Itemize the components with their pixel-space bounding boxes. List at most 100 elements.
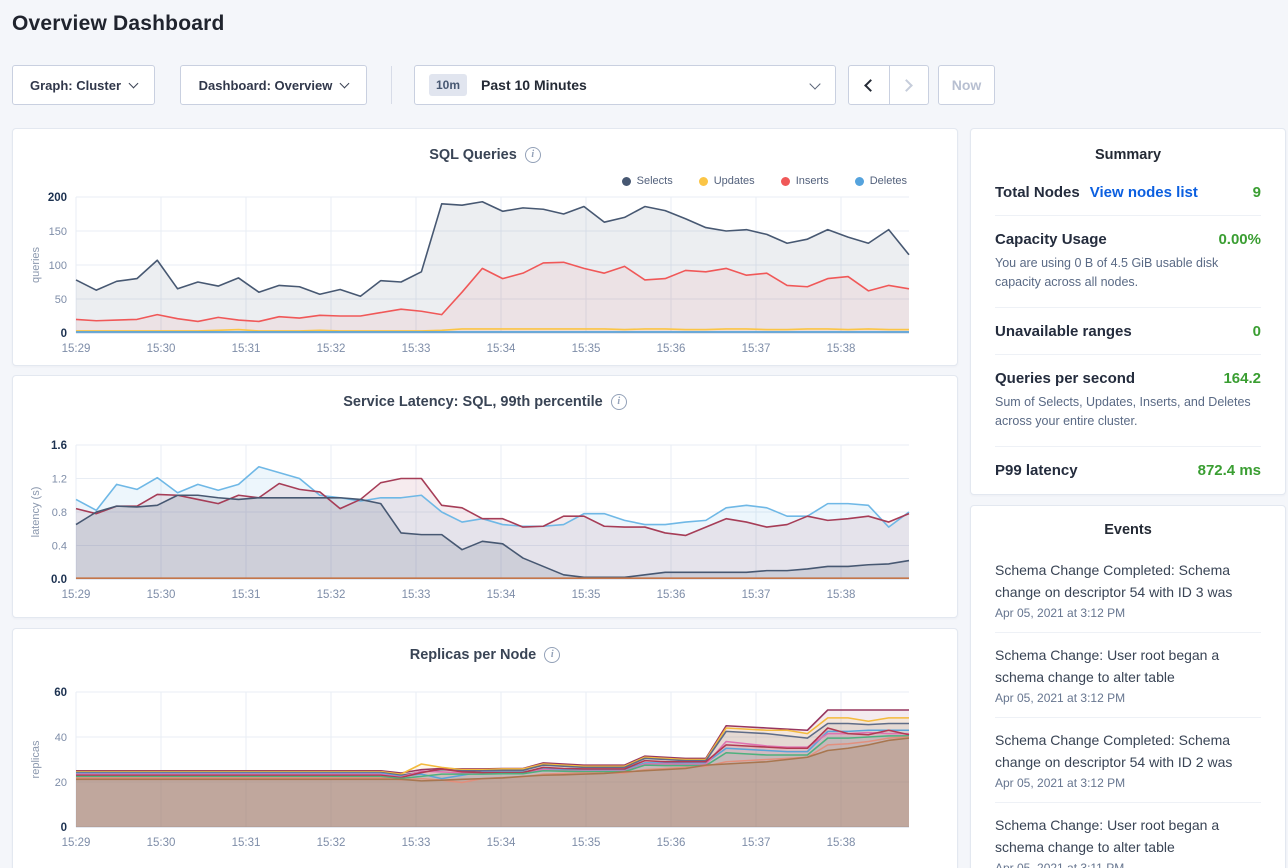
chevron-down-icon [809, 78, 820, 89]
svg-text:15:31: 15:31 [232, 343, 261, 355]
legend-item-selects[interactable]: Selects [622, 175, 673, 187]
svg-text:15:29: 15:29 [62, 343, 91, 355]
service-latency-chart[interactable]: 15:2915:3015:3115:3215:3315:3415:3515:36… [23, 436, 943, 614]
service-latency-chart-panel: Service Latency: SQL, 99th percentile i … [12, 375, 958, 618]
page-title: Overview Dashboard [12, 12, 225, 36]
svg-text:20: 20 [55, 777, 67, 789]
summary-row-label: P99 latency [995, 462, 1078, 479]
svg-text:15:37: 15:37 [742, 343, 771, 355]
svg-text:15:37: 15:37 [742, 589, 771, 601]
summary-row-value: 0.00% [1218, 231, 1261, 248]
time-range-badge: 10m [429, 74, 467, 96]
replicas-per-node-chart-panel: Replicas per Node i 15:2915:3015:3115:32… [12, 628, 958, 868]
summary-row-value: 0 [1253, 323, 1261, 340]
svg-text:15:35: 15:35 [572, 837, 601, 849]
chevron-down-icon [129, 78, 139, 88]
svg-text:15:29: 15:29 [62, 837, 91, 849]
events-panel: Events Schema Change Completed: Schema c… [970, 505, 1286, 868]
event-item: Schema Change: User root began a schema … [995, 803, 1261, 868]
dashboard-dropdown[interactable]: Dashboard: Overview [180, 65, 367, 105]
event-text[interactable]: Schema Change: User root began a schema … [995, 814, 1261, 858]
next-time-button[interactable] [889, 66, 929, 104]
svg-text:15:38: 15:38 [827, 343, 856, 355]
chevron-right-icon [900, 79, 913, 92]
svg-text:200: 200 [48, 192, 67, 204]
summary-panel: Summary Total Nodes View nodes list 9 Ca… [970, 128, 1286, 495]
chart-title: Service Latency: SQL, 99th percentile [343, 394, 603, 410]
time-range-picker[interactable]: 10m Past 10 Minutes [414, 65, 836, 105]
legend-label: Inserts [796, 175, 829, 187]
event-timestamp: Apr 05, 2021 at 3:11 PM [995, 861, 1261, 868]
legend-label: Updates [714, 175, 755, 187]
event-text[interactable]: Schema Change Completed: Schema change o… [995, 559, 1261, 603]
sql-queries-chart-panel: SQL Queries i SelectsUpdatesInsertsDelet… [12, 128, 958, 366]
svg-text:0: 0 [61, 822, 67, 834]
info-icon[interactable]: i [544, 647, 560, 663]
svg-text:queries: queries [30, 246, 42, 283]
now-button[interactable]: Now [938, 65, 995, 105]
svg-text:15:32: 15:32 [317, 343, 346, 355]
legend-item-inserts[interactable]: Inserts [781, 175, 829, 187]
svg-text:15:37: 15:37 [742, 837, 771, 849]
sql-queries-chart[interactable]: 15:2915:3015:3115:3215:3315:3415:3515:36… [23, 189, 943, 364]
time-range-label: Past 10 Minutes [481, 77, 587, 93]
svg-text:15:30: 15:30 [147, 343, 176, 355]
toolbar: Graph: Cluster Dashboard: Overview 10m P… [0, 65, 1288, 105]
svg-text:0.0: 0.0 [51, 574, 67, 586]
svg-text:15:31: 15:31 [232, 589, 261, 601]
summary-row-value: 164.2 [1223, 370, 1261, 387]
svg-text:15:29: 15:29 [62, 589, 91, 601]
replicas-per-node-chart[interactable]: 15:2915:3015:3115:3215:3315:3415:3515:36… [23, 684, 943, 862]
svg-text:latency (s): latency (s) [30, 487, 42, 538]
legend-item-deletes[interactable]: Deletes [855, 175, 907, 187]
svg-text:150: 150 [49, 226, 67, 238]
dashboard-dropdown-label: Dashboard: Overview [199, 78, 333, 93]
time-step-buttons [848, 65, 929, 105]
legend-dot [855, 177, 864, 186]
svg-text:50: 50 [55, 294, 67, 306]
summary-row-note: You are using 0 B of 4.5 GiB usable disk… [995, 254, 1261, 293]
legend-dot [781, 177, 790, 186]
svg-text:15:38: 15:38 [827, 589, 856, 601]
graph-dropdown[interactable]: Graph: Cluster [12, 65, 155, 105]
summary-row-capacity-usage: Capacity Usage 0.00% You are using 0 B o… [995, 216, 1261, 308]
summary-row-note: Sum of Selects, Updates, Inserts, and De… [995, 393, 1261, 432]
legend-item-updates[interactable]: Updates [699, 175, 755, 187]
chart-legend: Selects Updates Inserts Deletes [622, 175, 907, 187]
legend-dot [622, 177, 631, 186]
svg-text:15:34: 15:34 [487, 343, 516, 355]
svg-text:1.6: 1.6 [51, 440, 67, 452]
svg-text:15:38: 15:38 [827, 837, 856, 849]
svg-text:100: 100 [49, 260, 67, 272]
svg-text:15:36: 15:36 [657, 343, 686, 355]
event-text[interactable]: Schema Change Completed: Schema change o… [995, 729, 1261, 773]
summary-row-p99-latency: P99 latency 872.4 ms [995, 447, 1261, 493]
svg-text:0.4: 0.4 [52, 541, 67, 553]
svg-text:40: 40 [55, 732, 67, 744]
chevron-left-icon [864, 79, 877, 92]
svg-text:15:34: 15:34 [487, 589, 516, 601]
event-text[interactable]: Schema Change: User root began a schema … [995, 644, 1261, 688]
summary-row-value: 9 [1253, 184, 1261, 201]
summary-row-value: 872.4 ms [1198, 462, 1261, 479]
svg-text:15:32: 15:32 [317, 589, 346, 601]
prev-time-button[interactable] [849, 66, 889, 104]
svg-text:15:32: 15:32 [317, 837, 346, 849]
summary-row-label: Queries per second [995, 370, 1135, 387]
svg-text:15:33: 15:33 [402, 837, 431, 849]
svg-text:0.8: 0.8 [52, 507, 67, 519]
svg-text:15:31: 15:31 [232, 837, 261, 849]
svg-text:15:34: 15:34 [487, 837, 516, 849]
chevron-down-icon [340, 78, 350, 88]
svg-text:15:36: 15:36 [657, 837, 686, 849]
legend-label: Selects [637, 175, 673, 187]
event-item: Schema Change Completed: Schema change o… [995, 548, 1261, 633]
view-nodes-list-link[interactable]: View nodes list [1090, 184, 1198, 201]
info-icon[interactable]: i [525, 147, 541, 163]
summary-row-queries-per-second: Queries per second 164.2 Sum of Selects,… [995, 355, 1261, 447]
summary-row-label: Unavailable ranges [995, 323, 1132, 340]
svg-text:0: 0 [61, 328, 67, 340]
svg-text:15:30: 15:30 [147, 589, 176, 601]
chart-title: Replicas per Node [410, 647, 537, 663]
info-icon[interactable]: i [611, 394, 627, 410]
